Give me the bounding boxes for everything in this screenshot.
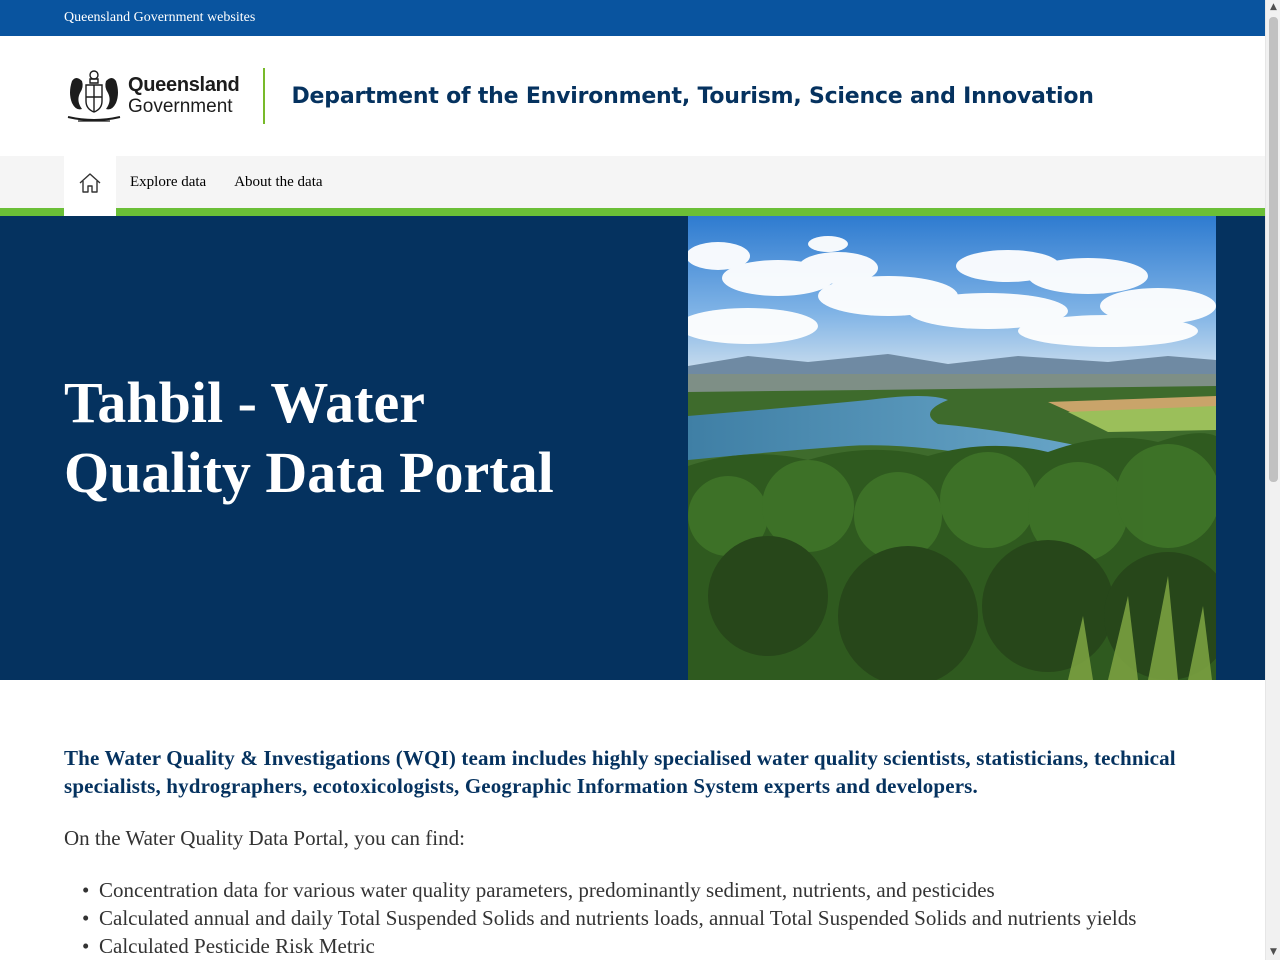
logo-line-queensland: Queensland bbox=[128, 74, 240, 96]
logo-wordmark: Queensland Government bbox=[128, 74, 240, 118]
scroll-up-arrow-icon[interactable]: ▲ bbox=[1266, 0, 1280, 15]
list-item: Calculated Pesticide Risk Metric bbox=[64, 932, 1201, 960]
features-list: Concentration data for various water qua… bbox=[64, 876, 1201, 960]
nav-explore-data[interactable]: Explore data bbox=[130, 174, 206, 191]
scrollbar-thumb[interactable] bbox=[1269, 17, 1278, 482]
page-title: Tahbil - Water Quality Data Portal bbox=[64, 370, 554, 505]
nav-home[interactable] bbox=[64, 156, 116, 216]
nav-about-data[interactable]: About the data bbox=[234, 174, 322, 191]
department-name[interactable]: Department of the Environment, Tourism, … bbox=[291, 84, 1093, 109]
header-divider bbox=[263, 68, 266, 124]
intro-paragraph: On the Water Quality Data Portal, you ca… bbox=[64, 826, 465, 850]
home-icon bbox=[79, 173, 101, 193]
logo-line-government: Government bbox=[128, 96, 233, 117]
coat-of-arms-icon bbox=[67, 70, 121, 122]
page: Queensland Government websites Queenslan… bbox=[0, 0, 1265, 960]
main-nav: Explore data About the data bbox=[0, 156, 1265, 216]
nav-accent-bar bbox=[0, 208, 1265, 216]
gov-sites-bar: Queensland Government websites bbox=[0, 0, 1265, 36]
scroll-down-arrow-icon[interactable]: ▼ bbox=[1266, 945, 1280, 960]
hero-banner: Tahbil - Water Quality Data Portal bbox=[0, 216, 1265, 680]
nav-active-indicator bbox=[64, 208, 116, 216]
qld-gov-logo[interactable]: Queensland Government bbox=[64, 67, 240, 125]
list-item: Calculated annual and daily Total Suspen… bbox=[64, 904, 1201, 932]
river-landscape-photo bbox=[688, 216, 1216, 680]
page-scrollbar[interactable]: ▲ ▼ bbox=[1265, 0, 1280, 960]
gov-sites-link[interactable]: Queensland Government websites bbox=[64, 10, 255, 26]
main-content: The Water Quality & Investigations (WQI)… bbox=[0, 680, 1265, 960]
nav-items: Explore data About the data bbox=[0, 156, 1265, 216]
site-header: Queensland Government Department of the … bbox=[0, 36, 1265, 156]
lead-paragraph: The Water Quality & Investigations (WQI)… bbox=[64, 746, 1176, 798]
hero-image bbox=[688, 216, 1216, 680]
list-item: Concentration data for various water qua… bbox=[64, 876, 1201, 904]
